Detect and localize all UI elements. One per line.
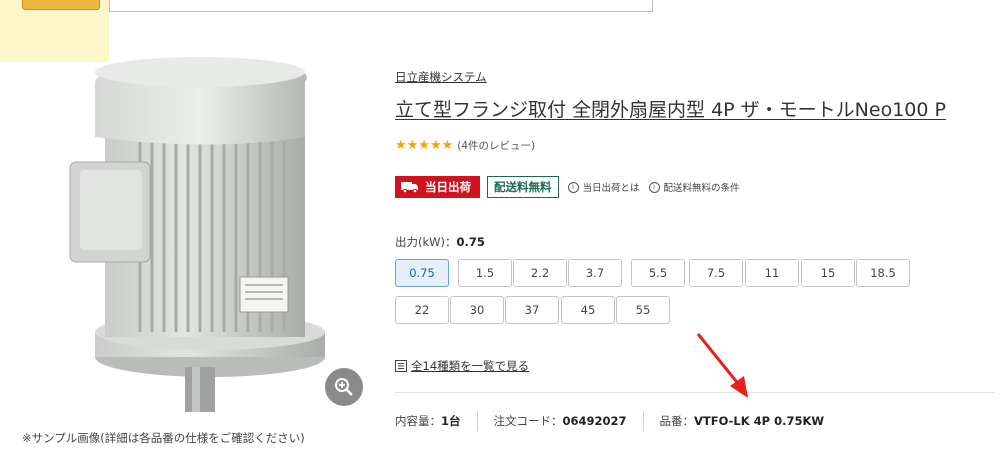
output-label: 出力(kW)：0.75 [395, 234, 485, 250]
review-count[interactable]: (4件のレビュー) [457, 138, 535, 153]
info-circle-icon: i [648, 181, 660, 193]
part-number-value: VTFO-LK 4P 0.75KW [694, 414, 825, 428]
product-image[interactable] [40, 42, 375, 427]
output-option[interactable]: 15 [801, 259, 855, 287]
info-circle-icon: i [567, 181, 579, 193]
image-note: ※サンプル画像(詳細は各品番の仕様をご確認ください) [22, 431, 305, 445]
free-shipping-badge: 配送料無料 [487, 176, 559, 198]
part-number-label: 品番： [659, 414, 695, 428]
output-option[interactable]: 18.5 [856, 259, 910, 287]
annotation-arrow-icon [696, 333, 748, 398]
view-all-link[interactable]: 全14種類を一覧で見る [395, 358, 529, 374]
order-code-label: 注文コード： [493, 414, 563, 428]
badge-row: 当日出荷 配送料無料 i 当日出荷とは i 配送料無料の条件 [395, 176, 740, 198]
same-day-info-label: 当日出荷とは [582, 183, 640, 194]
star-rating-icon: ★★★★★ [395, 138, 454, 153]
motor-image [69, 57, 325, 412]
output-option[interactable]: 22 [395, 296, 449, 324]
output-option[interactable]: 55 [616, 296, 670, 324]
output-option[interactable]: 5.5 [631, 259, 685, 287]
free-shipping-info-link[interactable]: i 配送料無料の条件 [648, 180, 740, 194]
output-option[interactable]: 30 [450, 296, 504, 324]
rating[interactable]: ★★★★★ (4件のレビュー) [395, 138, 535, 153]
quantity-label: 内容量： [395, 414, 441, 428]
output-option[interactable]: 37 [505, 296, 559, 324]
output-option[interactable]: 45 [561, 296, 615, 324]
output-option[interactable]: 2.2 [513, 259, 567, 287]
view-all-label: 全14種類を一覧で見る [411, 359, 530, 373]
quantity-value: 1台 [441, 414, 461, 428]
output-label-text: 出力(kW)： [395, 235, 457, 249]
magnifier-plus-icon [335, 378, 353, 396]
order-code-value: 06492027 [562, 414, 627, 428]
search-bar[interactable] [109, 0, 653, 12]
same-day-info-link[interactable]: i 当日出荷とは [567, 180, 640, 194]
product-title: 立て型フランジ取付 全閉外扇屋内型 4P ザ・モートルNeo100 P [395, 99, 946, 121]
truck-icon [401, 181, 419, 193]
free-shipping-info-label: 配送料無料の条件 [663, 183, 740, 194]
maker-link[interactable]: 日立産機システム [395, 69, 487, 85]
output-option[interactable]: 7.5 [689, 259, 743, 287]
same-day-badge: 当日出荷 [395, 176, 480, 198]
spec-separator [642, 411, 644, 431]
spec-row: 内容量： 1台 注文コード： 06492027 品番： VTFO-LK 4P 0.75… [395, 411, 824, 431]
zoom-button[interactable] [325, 368, 363, 406]
output-option[interactable]: 1.5 [458, 259, 512, 287]
output-option[interactable]: 3.7 [568, 259, 622, 287]
output-selected-value: 0.75 [456, 235, 485, 249]
output-option[interactable]: 0.75 [395, 259, 449, 287]
spec-separator [476, 411, 478, 431]
same-day-label: 当日出荷 [425, 180, 471, 194]
output-option[interactable]: 11 [745, 259, 799, 287]
list-icon [395, 360, 407, 372]
header-badge [22, 0, 100, 10]
